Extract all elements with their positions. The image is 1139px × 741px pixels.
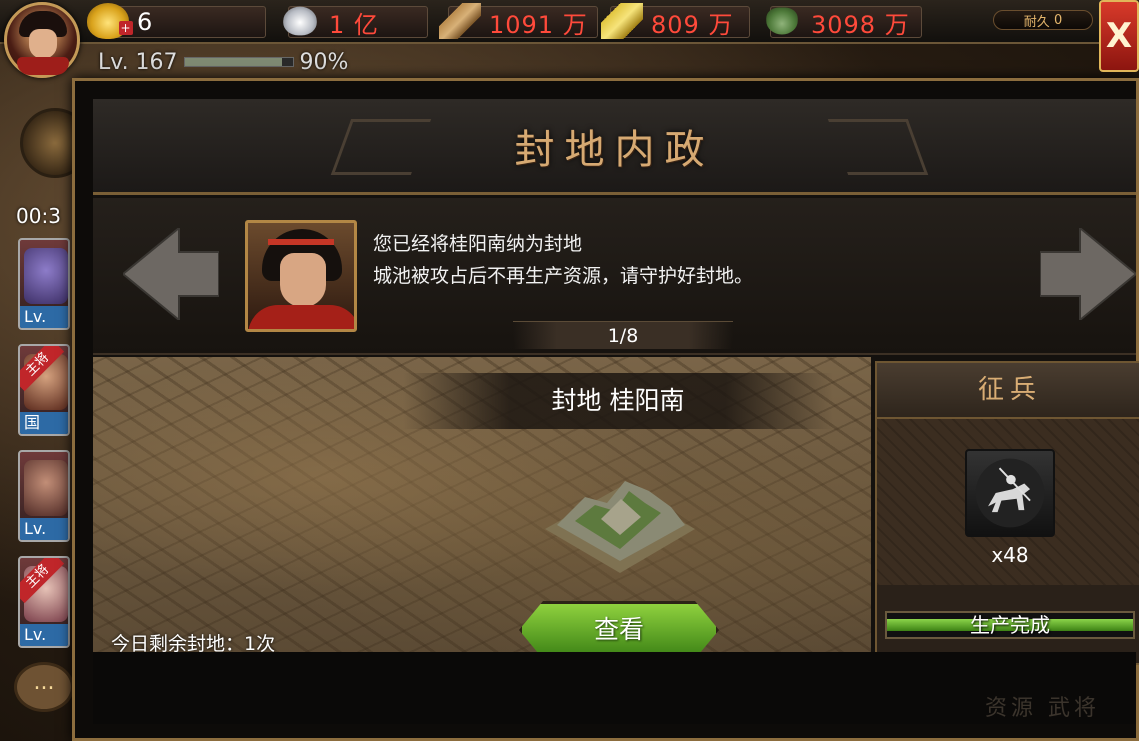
previous-arrow-icon[interactable] bbox=[121, 225, 220, 323]
level-indicator: Lv. 167 90% bbox=[98, 49, 388, 75]
hero-portrait bbox=[245, 220, 357, 332]
silver-value: 1 亿 bbox=[329, 10, 379, 39]
footer-tabs-ghost: 资源 武将 bbox=[985, 696, 1100, 721]
title-banner: 封地内政 bbox=[93, 99, 1136, 195]
iron-value: 3098 万 bbox=[811, 10, 910, 39]
hero-card-4[interactable]: 主将 Lv. bbox=[18, 556, 70, 648]
gold-value: 6 bbox=[137, 8, 154, 36]
next-arrow-icon[interactable] bbox=[1039, 225, 1138, 323]
fief-dialog: 封地内政 您已经将桂阳南纳为封地 城池被攻占后不再生产资源，请守护好封地。 1/… bbox=[72, 78, 1139, 741]
unit-count: x48 bbox=[991, 543, 1029, 567]
exp-percent: 90% bbox=[299, 49, 349, 75]
gold-resource[interactable]: + 6 bbox=[87, 3, 266, 39]
fief-name-banner: 封地 桂阳南 bbox=[403, 373, 833, 429]
grain-icon bbox=[601, 3, 643, 39]
close-button[interactable]: X bbox=[1099, 0, 1139, 72]
silver-ingot-icon bbox=[283, 6, 317, 36]
dialog-footer: 资源 武将 bbox=[93, 652, 1136, 724]
recruit-panel: 征兵 x48 生产完成 bbox=[875, 361, 1139, 665]
hero-card-2[interactable]: 主将 国 bbox=[18, 344, 70, 436]
level-label: Lv. 167 bbox=[98, 49, 178, 75]
food-resource[interactable]: 809 万 bbox=[601, 3, 750, 39]
add-gold-icon[interactable]: + bbox=[119, 21, 133, 35]
dialog-title: 封地内政 bbox=[514, 126, 715, 173]
hero-level: 国 bbox=[20, 412, 68, 434]
cavalry-unit-icon[interactable] bbox=[965, 449, 1055, 537]
coin-bag-icon bbox=[766, 7, 798, 35]
production-status: 生产完成 bbox=[970, 613, 1050, 637]
durability-value: 0 bbox=[1053, 12, 1063, 28]
page-indicator: 1/8 bbox=[513, 321, 733, 349]
close-icon: X bbox=[1105, 16, 1133, 56]
message-text: 您已经将桂阳南纳为封地 城池被攻占后不再生产资源，请守护好封地。 bbox=[373, 228, 753, 292]
silver-resource[interactable]: 1 亿 bbox=[283, 6, 428, 39]
wood-icon bbox=[439, 3, 481, 39]
fief-mountain-icon bbox=[545, 469, 695, 573]
message-line-1: 您已经将桂阳南纳为封地 bbox=[373, 233, 583, 255]
countdown-timer: 00:3 bbox=[16, 204, 61, 228]
fief-map-area: 封地 桂阳南 查看 今日剩余封地：1次 bbox=[93, 357, 871, 659]
durability-label: 耐久 bbox=[1023, 14, 1050, 30]
iron-resource[interactable]: 3098 万 bbox=[766, 6, 922, 39]
production-progress-bar: 生产完成 bbox=[885, 611, 1135, 639]
message-line-2: 城池被攻占后不再生产资源，请守护好封地。 bbox=[373, 265, 754, 287]
food-value: 809 万 bbox=[651, 10, 734, 39]
hero-card-3[interactable]: Lv. bbox=[18, 450, 70, 542]
recruit-title: 征兵 bbox=[877, 363, 1139, 419]
wood-resource[interactable]: 1091 万 bbox=[439, 3, 598, 39]
hero-level: Lv. bbox=[20, 306, 68, 328]
wood-value: 1091 万 bbox=[489, 10, 588, 39]
view-button[interactable]: 查看 bbox=[519, 601, 719, 659]
player-avatar[interactable] bbox=[4, 2, 80, 78]
info-panel: 您已经将桂阳南纳为封地 城池被攻占后不再生产资源，请守护好封地。 1/8 bbox=[93, 198, 1138, 355]
chat-icon[interactable]: ... bbox=[14, 662, 74, 712]
hero-level: Lv. bbox=[20, 518, 68, 540]
hero-level: Lv. bbox=[20, 624, 68, 646]
hero-card-1[interactable]: Lv. bbox=[18, 238, 70, 330]
exp-bar bbox=[183, 57, 294, 67]
resource-bar: + 6 1 亿 1091 万 809 万 3098 万 耐久 0 bbox=[0, 0, 1139, 44]
durability-meter: 耐久 0 bbox=[993, 10, 1093, 30]
